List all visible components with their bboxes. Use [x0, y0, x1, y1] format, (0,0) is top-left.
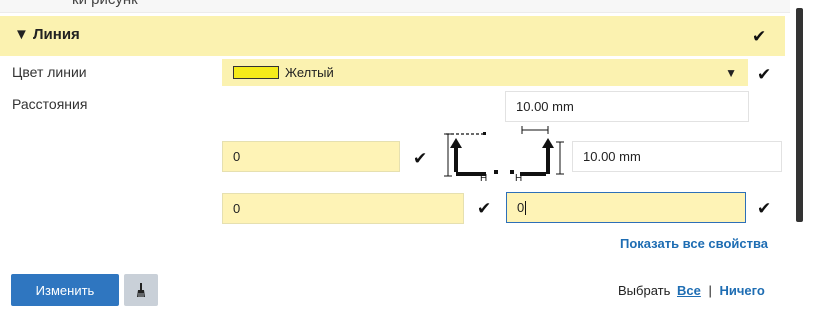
section-check-icon[interactable]: ✔ [752, 28, 766, 45]
diagram-label-h-right: H [515, 173, 523, 184]
select-controls: Выбрать Все | Ничего [618, 283, 765, 298]
select-none-link[interactable]: Ничего [720, 283, 765, 298]
select-prefix-label: Выбрать [618, 283, 671, 298]
distance-value: 10.00 mm [516, 99, 574, 114]
line-color-value: Желтый [285, 65, 334, 80]
offset-row2-left-check-icon[interactable]: ✔ [477, 200, 491, 217]
brush-icon [137, 283, 145, 297]
line-color-check-icon[interactable]: ✔ [757, 66, 771, 83]
modify-button[interactable]: Изменить [11, 274, 119, 306]
offset-right-input-2[interactable]: 0 [506, 192, 746, 223]
show-all-properties-link[interactable]: Показать все свойства [620, 236, 768, 251]
offset-left-value-1: 0 [233, 149, 241, 164]
offset-left-input-1[interactable]: 0 [222, 141, 400, 172]
section-title[interactable]: ▼ Линия [14, 26, 80, 43]
offset-right-input-1[interactable]: 10.00 mm [572, 141, 782, 172]
collapse-triangle-icon[interactable]: ▼ [14, 26, 29, 43]
brush-button[interactable] [124, 274, 158, 306]
offset-right-value-1: 10.00 mm [583, 149, 641, 164]
yellow-swatch [233, 66, 279, 79]
offset-diagram-icon [444, 126, 564, 177]
select-all-link[interactable]: Все [677, 283, 701, 298]
line-color-select[interactable]: Желтый ▼ [222, 59, 748, 86]
select-separator: | [708, 283, 712, 298]
line-color-label: Цвет линии [12, 64, 87, 80]
text-cursor [525, 200, 527, 215]
section-title-label: Линия [33, 26, 80, 43]
offset-row1-check-icon[interactable]: ✔ [413, 150, 427, 167]
chevron-down-icon[interactable]: ▼ [725, 66, 737, 80]
top-header-text: ки рисунк [72, 0, 138, 8]
offset-left-input-2[interactable]: 0 [222, 193, 464, 224]
distance-input[interactable]: 10.00 mm [505, 91, 749, 122]
offset-row2-right-check-icon[interactable]: ✔ [757, 200, 771, 217]
vertical-scrollbar[interactable] [796, 8, 803, 222]
section-header-line[interactable] [0, 16, 785, 56]
offset-right-value-2: 0 [517, 200, 525, 215]
offset-left-value-2: 0 [233, 201, 241, 216]
diagram-label-h-left: H [480, 173, 488, 184]
distances-label: Расстояния [12, 96, 88, 112]
